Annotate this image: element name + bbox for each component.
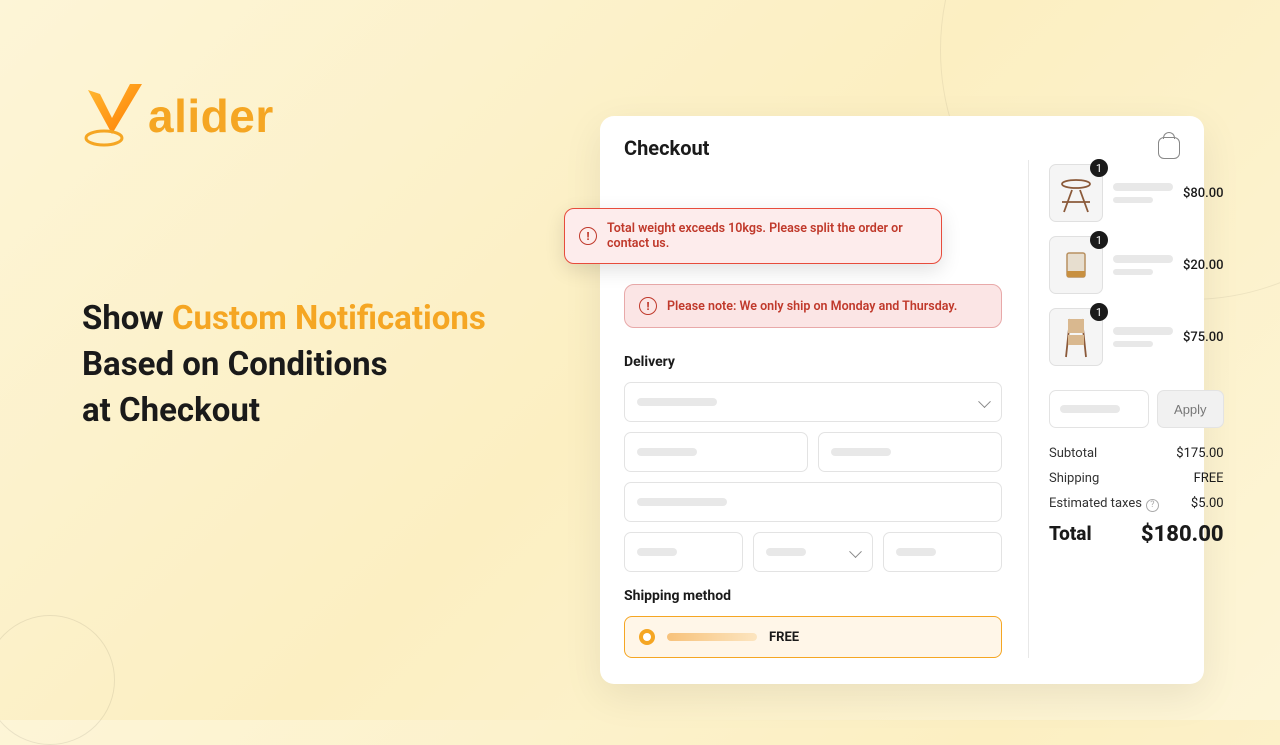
summary-label: Subtotal [1049,446,1097,461]
validation-alert: ! Total weight exceeds 10kgs. Please spl… [564,208,942,264]
shipping-option[interactable]: FREE [624,616,1002,658]
alert-message: Please note: We only ship on Monday and … [667,299,957,314]
info-icon[interactable]: ? [1146,499,1159,512]
logo-mark [82,80,146,152]
country-select[interactable] [624,382,1002,422]
cart-line-item: 1 $20.00 [1049,236,1224,294]
tagline-text: Based on Conditions [82,345,388,384]
checkout-title: Checkout [624,136,709,160]
summary-value: $5.00 [1191,496,1224,512]
quantity-badge: 1 [1090,231,1108,249]
zip-input[interactable] [883,532,1002,572]
alert-icon: ! [639,297,657,315]
cart-line-item: 1 $80.00 [1049,164,1224,222]
promo-code-input[interactable] [1049,390,1149,428]
tagline-text: Show [82,299,172,338]
line-item-price: $80.00 [1183,186,1224,201]
quantity-badge: 1 [1090,303,1108,321]
summary-tax-row: Estimated taxes? $5.00 [1049,496,1224,512]
city-input[interactable] [624,532,743,572]
summary-label: Shipping [1049,471,1099,486]
tagline-highlight: Custom Notifications [172,299,486,338]
total-label: Total [1049,522,1092,547]
marketing-tagline: Show Custom Notifications Based on Condi… [82,296,486,435]
summary-value: $175.00 [1176,446,1223,461]
brand-logo: alider [82,80,274,152]
shipping-method-label: Shipping method [624,588,1002,604]
address-input[interactable] [624,482,1002,522]
apply-promo-button[interactable]: Apply [1157,390,1224,428]
tagline-text: at Checkout [82,391,260,430]
alert-message: Total weight exceeds 10kgs. Please split… [607,221,927,251]
state-select[interactable] [753,532,872,572]
line-item-price: $20.00 [1183,258,1224,273]
total-amount: $180.00 [1141,522,1224,547]
summary-shipping-row: Shipping FREE [1049,471,1224,486]
shipping-option-price: FREE [769,630,799,645]
first-name-input[interactable] [624,432,808,472]
summary-subtotal-row: Subtotal $175.00 [1049,446,1224,461]
summary-value: FREE [1194,471,1224,486]
cart-line-item: 1 $75.00 [1049,308,1224,366]
checkout-form-column: ! Total weight exceeds 10kgs. Please spl… [624,208,1002,658]
order-summary-column: 1 $80.00 1 $20.00 1 $75.00 [1028,160,1224,658]
summary-label: Estimated taxes? [1049,496,1159,512]
line-item-price: $75.00 [1183,330,1224,345]
shopping-bag-icon[interactable] [1158,137,1180,159]
shipping-option-name [667,633,757,641]
quantity-badge: 1 [1090,159,1108,177]
brand-name: alider [148,89,274,143]
product-thumbnail: 1 [1049,308,1103,366]
decorative-circle [0,615,115,745]
checkout-header: Checkout [624,136,1180,160]
product-thumbnail: 1 [1049,236,1103,294]
delivery-section-label: Delivery [624,354,1002,370]
summary-total-row: Total $180.00 [1049,522,1224,547]
checkout-panel: Checkout ! Total weight exceeds 10kgs. P… [600,116,1204,684]
info-alert: ! Please note: We only ship on Monday an… [624,284,1002,328]
last-name-input[interactable] [818,432,1002,472]
radio-selected-icon [639,629,655,645]
alert-icon: ! [579,227,597,245]
product-thumbnail: 1 [1049,164,1103,222]
